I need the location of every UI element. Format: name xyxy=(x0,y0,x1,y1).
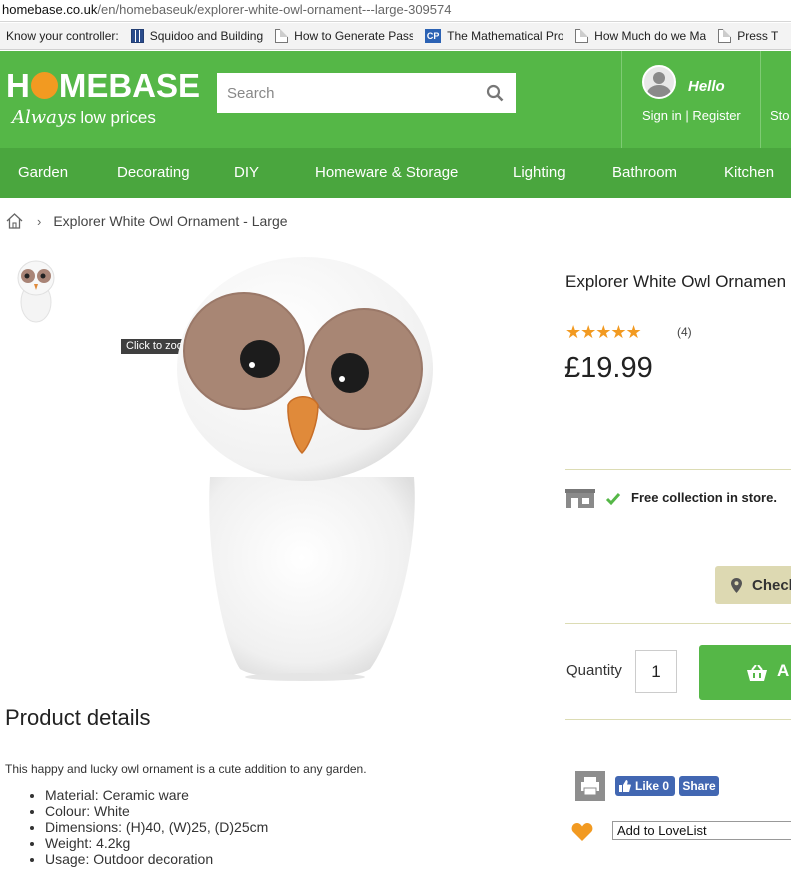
add-to-lovelist-select[interactable]: Add to LoveList xyxy=(612,821,791,840)
list-item: Weight: 4.2kg xyxy=(45,835,268,851)
site-header: H MEBASE Alwayslow prices Hello Sign in |… xyxy=(0,51,791,148)
product-main-image[interactable] xyxy=(170,257,440,682)
free-collection-text: Free collection in store. xyxy=(631,490,777,505)
bookmark-label: Know your controller: xyxy=(6,29,119,43)
tagline: Always low prices xyxy=(12,107,156,128)
home-icon[interactable] xyxy=(6,213,23,229)
url-path: /en/homebaseuk/explorer-white-owl-orname… xyxy=(97,2,452,17)
divider xyxy=(565,623,791,624)
chevron-right-icon: › xyxy=(37,213,42,229)
check-stock-button[interactable]: Check xyxy=(715,566,791,604)
url-host: homebase.co.uk xyxy=(2,2,98,17)
heart-icon[interactable] xyxy=(571,822,593,842)
bookmark-label: Squidoo and Building xyxy=(149,29,264,43)
add-to-basket-button[interactable]: A xyxy=(699,645,791,700)
cp-icon: CP xyxy=(425,29,442,43)
bookmark-label: How to Generate Pass xyxy=(294,29,414,43)
bookmark-item[interactable]: How Much do we Ma xyxy=(569,23,712,49)
bookmark-item[interactable]: Press T xyxy=(712,23,784,49)
store-icon xyxy=(565,489,595,508)
stores-link[interactable]: Sto xyxy=(770,108,790,123)
nav-item-lighting[interactable]: Lighting xyxy=(513,164,566,181)
list-item: Usage: Outdoor decoration xyxy=(45,851,268,867)
divider xyxy=(565,469,791,470)
bookmark-item[interactable]: Know your controller: xyxy=(0,23,125,49)
list-item: Material: Ceramic ware xyxy=(45,787,268,803)
page-icon xyxy=(275,29,289,43)
logo-text-start: H xyxy=(6,67,30,104)
thumbs-up-icon xyxy=(619,780,631,792)
facebook-like-button[interactable]: Like 0 xyxy=(615,776,675,796)
search-icon[interactable] xyxy=(486,84,504,102)
facebook-like-label: Like 0 xyxy=(635,779,670,793)
bookmark-item[interactable]: Squidoo and Building xyxy=(125,23,269,49)
bookmark-label: How Much do we Ma xyxy=(594,29,707,43)
product-thumbnail[interactable] xyxy=(14,258,58,324)
tagline-always: Always xyxy=(12,107,77,128)
product-details-heading: Product details xyxy=(5,705,151,730)
hello-text: Hello xyxy=(688,78,725,95)
product-spec-list: Material: Ceramic ware Colour: White Dim… xyxy=(45,787,268,867)
nav-item-bathroom[interactable]: Bathroom xyxy=(612,164,677,181)
bookmarks-bar: Know your controller: Squidoo and Buildi… xyxy=(0,23,791,50)
print-icon[interactable] xyxy=(575,771,605,801)
nav-item-decorating[interactable]: Decorating xyxy=(117,164,190,181)
breadcrumb-current: Explorer White Owl Ornament - Large xyxy=(53,213,288,229)
user-avatar-icon xyxy=(642,65,676,99)
nav-item-homeware-storage[interactable]: Homeware & Storage xyxy=(315,164,458,181)
product-price: £19.99 xyxy=(564,352,653,384)
breadcrumb: › Explorer White Owl Ornament - Large xyxy=(6,211,288,231)
page-icon xyxy=(575,29,589,43)
account-area[interactable]: Hello Sign in | Register xyxy=(621,51,761,148)
divider xyxy=(565,719,791,720)
bookmark-item[interactable]: How to Generate Pass xyxy=(269,23,419,49)
bookmark-item[interactable]: CP The Mathematical Pro xyxy=(419,23,569,49)
grid-icon xyxy=(130,29,144,43)
homebase-logo[interactable]: H MEBASE xyxy=(6,69,200,103)
quantity-label: Quantity xyxy=(566,662,622,679)
page-icon xyxy=(718,29,732,43)
main-nav: Garden Decorating DIY Homeware & Storage… xyxy=(0,148,791,198)
search-box xyxy=(217,73,516,113)
basket-icon xyxy=(747,665,767,681)
location-pin-icon xyxy=(731,577,742,593)
address-bar[interactable]: homebase.co.uk/en/homebaseuk/explorer-wh… xyxy=(0,0,791,22)
nav-item-garden[interactable]: Garden xyxy=(18,164,68,181)
quantity-input[interactable] xyxy=(635,650,677,693)
search-input[interactable] xyxy=(217,73,516,113)
check-button-label: Check xyxy=(752,576,791,594)
product-description: This happy and lucky owl ornament is a c… xyxy=(5,762,367,776)
review-count[interactable]: (4) xyxy=(677,325,692,339)
bookmark-label: Press T xyxy=(737,29,779,43)
star-rating[interactable]: ★★★★★ xyxy=(565,322,642,343)
nav-item-diy[interactable]: DIY xyxy=(234,164,259,181)
bookmark-label: The Mathematical Pro xyxy=(447,29,564,43)
tagline-rest: low prices xyxy=(80,108,156,127)
list-item: Dimensions: (H)40, (W)25, (D)25cm xyxy=(45,819,268,835)
nav-item-kitchen[interactable]: Kitchen xyxy=(724,164,774,181)
logo-text-end: MEBASE xyxy=(58,67,201,104)
list-item: Colour: White xyxy=(45,803,268,819)
check-icon xyxy=(605,493,621,506)
sign-in-register-link[interactable]: Sign in | Register xyxy=(642,108,741,123)
logo-orange-dot xyxy=(30,72,58,99)
add-button-label: A xyxy=(777,661,790,680)
product-title: Explorer White Owl Ornamen xyxy=(565,272,787,291)
facebook-share-button[interactable]: Share xyxy=(679,776,719,796)
